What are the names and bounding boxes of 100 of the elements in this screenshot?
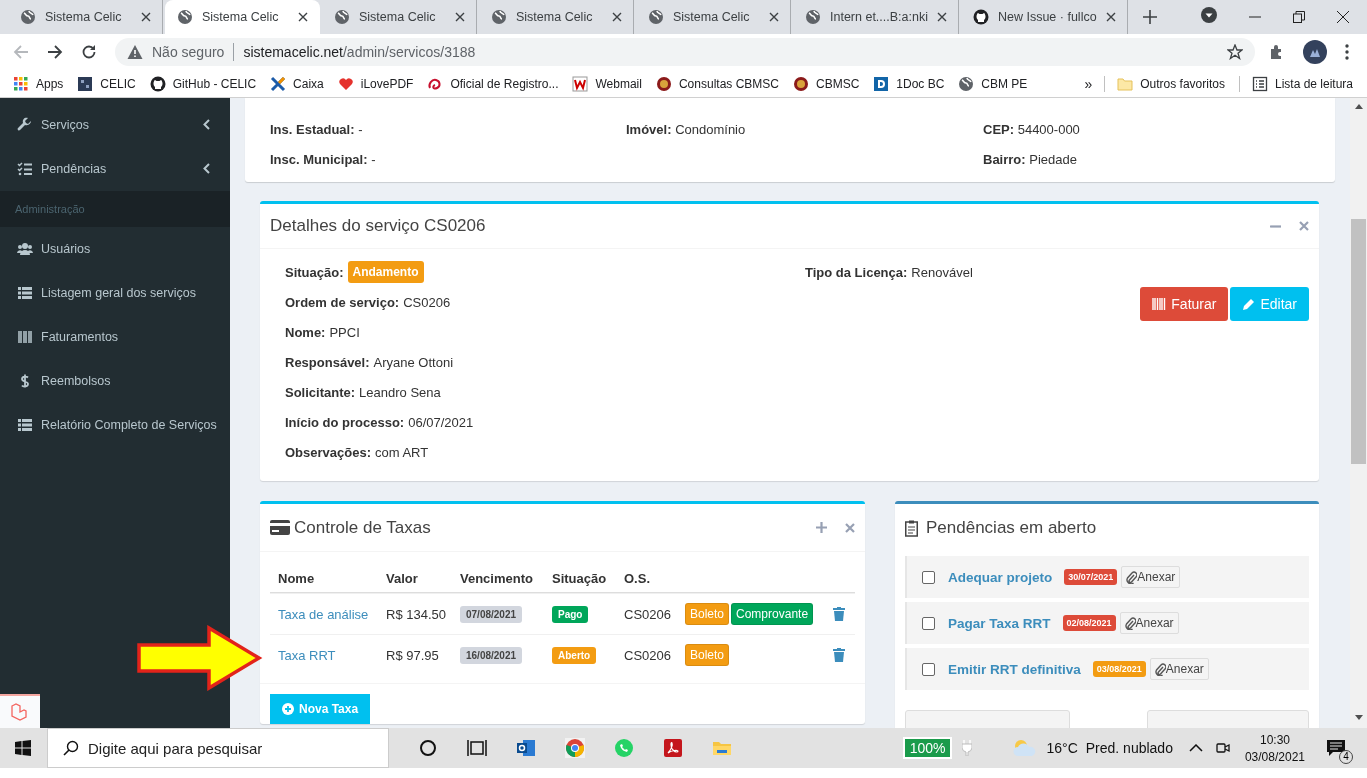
star-icon[interactable] [1227, 44, 1243, 60]
trash-icon[interactable] [833, 648, 845, 662]
browser-tab[interactable]: Sistema Celic [8, 0, 163, 34]
browser-tab[interactable]: Sistema Celic [479, 0, 634, 34]
address-bar[interactable]: Não seguro sistemacelic.net/admin/servicos/3188 [115, 38, 1255, 66]
sidebar-item[interactable]: Serviços [0, 103, 230, 147]
bookmark[interactable]: Caixa [270, 75, 324, 92]
close-icon[interactable] [455, 12, 465, 22]
menu-icon[interactable] [1345, 44, 1349, 60]
scrollbar-thumb[interactable] [1351, 219, 1366, 464]
invoice-button[interactable]: Faturar [1140, 287, 1229, 321]
search-icon [63, 740, 79, 756]
pencil-icon [1242, 297, 1256, 311]
bookmark[interactable]: CELIC [77, 75, 136, 92]
bookmark[interactable]: CBM PE [958, 75, 1028, 92]
field-text: Imóvel: Condomínio [626, 122, 747, 138]
close-icon[interactable] [1105, 12, 1116, 22]
restore-icon[interactable] [1293, 11, 1305, 23]
task-view-icon[interactable] [467, 738, 487, 758]
meet-now-icon[interactable] [1214, 740, 1231, 756]
list-icon [17, 285, 33, 301]
date-label: 16/08/2021 [460, 646, 523, 664]
square-logo-icon [77, 75, 94, 92]
windows-logo-icon[interactable] [15, 740, 31, 756]
globe-icon [491, 9, 507, 25]
table-cell-text: R$ 134.50 [385, 606, 447, 622]
sidebar-item[interactable]: Listagem geral dos serviços [0, 271, 230, 315]
tax-link[interactable]: Taxa de análise [270, 606, 378, 622]
scrollbar[interactable] [1350, 98, 1367, 728]
close-icon[interactable] [936, 12, 947, 22]
bookmark[interactable]: GitHub - CELIC [149, 75, 257, 92]
close-icon[interactable] [298, 12, 308, 22]
field-text: Tipo da Licença: Renovável [805, 263, 974, 282]
bookmark[interactable]: Webmail [572, 75, 642, 92]
checklist-icon [17, 161, 33, 177]
date-label: 07/08/2021 [460, 605, 523, 623]
plus-icon[interactable] [816, 522, 827, 533]
bookmark-folder[interactable]: Outros favoritos [1117, 75, 1225, 92]
notification-icon[interactable] [1327, 740, 1345, 756]
sidebar-item[interactable]: Pendências [0, 147, 230, 191]
attach-button[interactable]: Anexar [1121, 566, 1181, 588]
close-icon[interactable] [612, 12, 622, 22]
search-field[interactable]: Digite aqui para pesquisar [47, 728, 389, 768]
forward-arrow-icon[interactable] [47, 44, 63, 60]
trash-icon[interactable] [833, 607, 845, 621]
plus-icon[interactable] [1142, 10, 1157, 24]
close-icon[interactable] [769, 12, 779, 22]
panel-title: Detalhes do serviço CS0206 [270, 216, 486, 236]
sidebar-item[interactable]: Faturamentos [0, 315, 230, 359]
security-label: Não seguro [152, 44, 225, 60]
cortana-icon[interactable] [418, 738, 438, 758]
bookmark[interactable]: Consultas CBMSC [655, 75, 779, 92]
due-date-badge: 02/08/2021 [1062, 615, 1116, 631]
tax-link[interactable]: Taxa RRT [270, 647, 378, 663]
browser-tab[interactable]: Sistema Celic [165, 0, 320, 34]
more-bookmarks[interactable]: » [1084, 75, 1093, 92]
notification-count: 4 [1339, 750, 1353, 764]
scroll-down-icon[interactable] [1354, 715, 1363, 720]
mail-app-icon[interactable] [516, 738, 536, 758]
url-text: sistemacelic.net/admin/servicos/3188 [243, 44, 476, 60]
browser-tab[interactable]: Sistema Celic [636, 0, 791, 34]
sidebar-item[interactable]: Relatório Completo de Serviços [0, 403, 230, 447]
clock-date: 03/08/2021 [1244, 749, 1305, 764]
checkbox[interactable] [922, 570, 935, 584]
bookmark[interactable]: iLovePDF [337, 75, 414, 92]
credit-card-icon [270, 520, 290, 535]
reading-list-icon [1251, 75, 1268, 92]
field-text: Observações: com ART [285, 443, 430, 462]
barcode-icon [1152, 298, 1167, 310]
field-text: Solicitante: Leandro Sena [285, 383, 442, 402]
d-logo-icon [873, 75, 890, 92]
dropdown-icon[interactable] [1201, 7, 1217, 23]
column-header: Nome [277, 570, 316, 586]
status-badge: Pago [552, 605, 589, 623]
table-cell-text: CS0206 [623, 647, 672, 663]
reading-list[interactable]: Lista de leitura [1251, 75, 1353, 92]
sidebar-item[interactable]: Usuários [0, 227, 230, 271]
scroll-up-icon[interactable] [1354, 104, 1363, 109]
attach-button[interactable]: Anexar [1119, 612, 1179, 634]
checkbox[interactable] [922, 616, 935, 630]
browser-tab[interactable]: Intern et....B:a:nki [793, 0, 959, 34]
attach-button[interactable]: Anexar [1149, 658, 1209, 680]
close-icon[interactable] [141, 12, 151, 22]
column-header: Valor [385, 570, 419, 586]
bookmark[interactable]: Oficial de Registro... [427, 75, 559, 92]
close-icon[interactable] [1337, 11, 1349, 23]
checkbox[interactable] [922, 662, 935, 676]
sidebar-item[interactable]: Reembolsos [0, 359, 230, 403]
pdf-app-icon[interactable] [663, 738, 683, 758]
browser-tab[interactable]: Sistema Celic [322, 0, 477, 34]
browser-tab[interactable]: New Issue · fullco [960, 0, 1128, 34]
avatar-icon[interactable] [1303, 40, 1327, 64]
reload-icon[interactable] [81, 44, 97, 60]
chrome-icon[interactable] [565, 738, 585, 758]
bookmark[interactable]: CBMSC [793, 75, 860, 92]
weather-text: Pred. nublado [1085, 740, 1173, 756]
chevron-left-icon [203, 119, 210, 130]
chevron-up-icon[interactable] [1188, 744, 1203, 752]
bookmark[interactable]: Apps [13, 75, 64, 92]
bookmark[interactable]: 1Doc BC [873, 75, 945, 92]
